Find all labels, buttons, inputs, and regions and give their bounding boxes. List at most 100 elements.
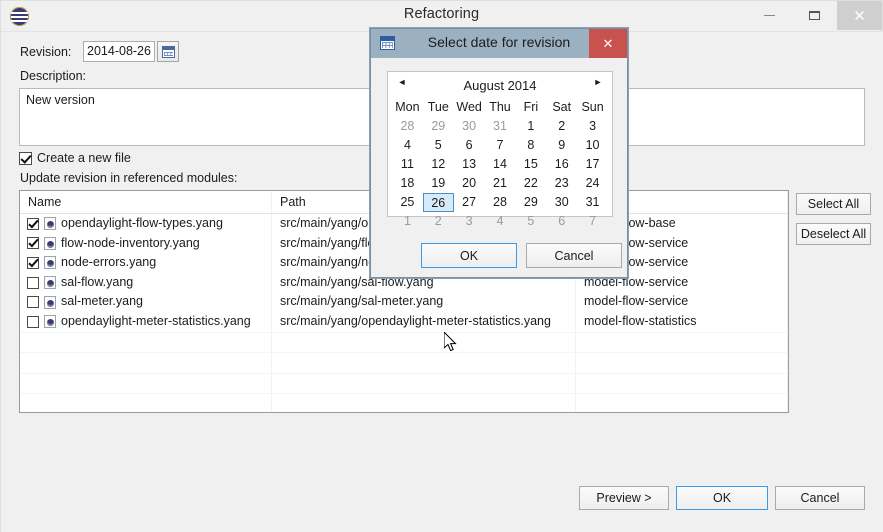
create-new-file-label: Create a new file bbox=[37, 151, 131, 165]
calendar-day[interactable]: 6 bbox=[546, 212, 577, 231]
empty-cell bbox=[272, 373, 576, 394]
calendar-day-name: Wed bbox=[456, 100, 482, 114]
empty-cell bbox=[20, 394, 272, 412]
calendar-day[interactable]: 3 bbox=[454, 212, 485, 231]
select-date-dialog: Select date for revision ✕ ◄ August 2014… bbox=[370, 28, 628, 278]
dialog-ok-button[interactable]: OK bbox=[421, 243, 517, 268]
yang-file-icon bbox=[44, 236, 56, 250]
next-month-icon[interactable]: ► bbox=[591, 77, 605, 87]
calendar-day[interactable]: 31 bbox=[485, 117, 516, 136]
yang-file-icon bbox=[44, 295, 56, 309]
cell-path: src/main/yang/sal-meter.yang bbox=[272, 292, 576, 312]
empty-table-row[interactable] bbox=[20, 353, 788, 373]
calendar-day[interactable]: 10 bbox=[577, 136, 608, 155]
calendar-day[interactable]: 15 bbox=[515, 155, 546, 174]
cancel-button[interactable]: Cancel bbox=[775, 486, 865, 510]
table-row[interactable]: opendaylight-meter-statistics.yang src/ma… bbox=[20, 311, 788, 332]
calendar-day[interactable]: 11 bbox=[392, 155, 423, 174]
calendar-day[interactable]: 18 bbox=[392, 174, 423, 193]
calendar-day[interactable]: 30 bbox=[546, 193, 577, 212]
row-name-label: flow-node-inventory.yang bbox=[61, 235, 200, 250]
calendar-day[interactable]: 7 bbox=[577, 212, 608, 231]
empty-cell bbox=[20, 332, 272, 353]
calendar-day[interactable]: 7 bbox=[485, 136, 516, 155]
maximize-icon[interactable] bbox=[792, 1, 837, 30]
revision-date-picker-button[interactable] bbox=[157, 41, 179, 62]
calendar-day[interactable]: 9 bbox=[546, 136, 577, 155]
dialog-titlebar[interactable]: Select date for revision ✕ bbox=[371, 29, 627, 58]
row-checkbox[interactable] bbox=[27, 256, 39, 269]
dialog-close-icon[interactable]: ✕ bbox=[589, 29, 627, 58]
calendar-day[interactable]: 22 bbox=[515, 174, 546, 193]
calendar-day[interactable]: 1 bbox=[392, 212, 423, 231]
calendar-day[interactable]: 29 bbox=[515, 193, 546, 212]
close-icon[interactable]: ✕ bbox=[837, 1, 882, 30]
calendar-day[interactable]: 1 bbox=[515, 117, 546, 136]
calendar-icon bbox=[161, 45, 175, 58]
cell-model: model-flow-service bbox=[576, 292, 788, 312]
calendar-day-name: Sat bbox=[552, 100, 572, 114]
calendar-day-name: Sun bbox=[581, 100, 604, 114]
deselect-all-button[interactable]: Deselect All bbox=[796, 223, 871, 245]
calendar-day[interactable]: 4 bbox=[392, 136, 423, 155]
row-checkbox[interactable] bbox=[27, 296, 39, 309]
empty-cell bbox=[272, 394, 576, 412]
column-header-name[interactable]: Name bbox=[20, 191, 272, 213]
cell-model: model-flow-statistics bbox=[576, 311, 788, 332]
calendar-day-name: Tue bbox=[427, 100, 449, 114]
cell-name: sal-meter.yang bbox=[20, 292, 272, 312]
revision-input[interactable]: 2014-08-26 bbox=[83, 41, 155, 62]
calendar-day[interactable]: 31 bbox=[577, 193, 608, 212]
calendar-day[interactable]: 2 bbox=[546, 117, 577, 136]
calendar-day[interactable]: 6 bbox=[454, 136, 485, 155]
prev-month-icon[interactable]: ◄ bbox=[395, 77, 409, 87]
empty-cell bbox=[20, 373, 272, 394]
empty-table-row[interactable] bbox=[20, 332, 788, 353]
row-name-label: opendaylight-meter-statistics.yang bbox=[61, 313, 251, 328]
calendar-day[interactable]: 28 bbox=[392, 117, 423, 136]
row-name-label: sal-meter.yang bbox=[61, 294, 143, 309]
create-new-file-checkbox[interactable]: Create a new file bbox=[19, 151, 131, 165]
calendar-day[interactable]: 3 bbox=[577, 117, 608, 136]
row-checkbox[interactable] bbox=[27, 217, 39, 230]
calendar-day[interactable]: 16 bbox=[546, 155, 577, 174]
yang-file-icon bbox=[44, 256, 56, 270]
calendar-day[interactable]: 27 bbox=[454, 193, 485, 212]
table-row[interactable]: sal-meter.yang src/main/yang/sal-meter.ya… bbox=[20, 292, 788, 312]
empty-cell bbox=[576, 332, 788, 353]
calendar-day[interactable]: 21 bbox=[485, 174, 516, 193]
calendar-day[interactable]: 8 bbox=[515, 136, 546, 155]
calendar-day[interactable]: 13 bbox=[454, 155, 485, 174]
checkbox-icon bbox=[19, 151, 32, 165]
calendar-day[interactable]: 30 bbox=[454, 117, 485, 136]
calendar-day[interactable]: 24 bbox=[577, 174, 608, 193]
calendar-day[interactable]: 20 bbox=[454, 174, 485, 193]
calendar-day[interactable]: 12 bbox=[423, 155, 454, 174]
calendar-day[interactable]: 17 bbox=[577, 155, 608, 174]
calendar-day[interactable]: 25 bbox=[392, 193, 423, 212]
minimize-icon[interactable] bbox=[747, 1, 792, 30]
screen: Refactoring ✕ Revision: 2014-08-26 Descr… bbox=[0, 0, 883, 532]
row-checkbox[interactable] bbox=[27, 315, 39, 328]
ok-button[interactable]: OK bbox=[676, 486, 768, 510]
calendar-day[interactable]: 2 bbox=[423, 212, 454, 231]
calendar-day[interactable]: 28 bbox=[485, 193, 516, 212]
calendar-day[interactable]: 23 bbox=[546, 174, 577, 193]
empty-table-row[interactable] bbox=[20, 373, 788, 394]
preview-button[interactable]: Preview > bbox=[579, 486, 669, 510]
calendar-day-selected[interactable]: 26 bbox=[422, 193, 454, 212]
row-checkbox[interactable] bbox=[27, 276, 39, 289]
dialog-cancel-button[interactable]: Cancel bbox=[526, 243, 622, 268]
calendar-day[interactable]: 19 bbox=[423, 174, 454, 193]
calendar-day[interactable]: 5 bbox=[515, 212, 546, 231]
row-checkbox[interactable] bbox=[27, 237, 39, 250]
revision-label: Revision: bbox=[20, 45, 72, 59]
calendar-day[interactable]: 14 bbox=[485, 155, 516, 174]
calendar-day[interactable]: 5 bbox=[423, 136, 454, 155]
cell-name: node-errors.yang bbox=[20, 253, 272, 273]
row-name-label: sal-flow.yang bbox=[61, 274, 134, 289]
select-all-button[interactable]: Select All bbox=[796, 193, 871, 215]
empty-table-row[interactable] bbox=[20, 394, 788, 412]
calendar-day[interactable]: 4 bbox=[485, 212, 516, 231]
calendar-day[interactable]: 29 bbox=[423, 117, 454, 136]
